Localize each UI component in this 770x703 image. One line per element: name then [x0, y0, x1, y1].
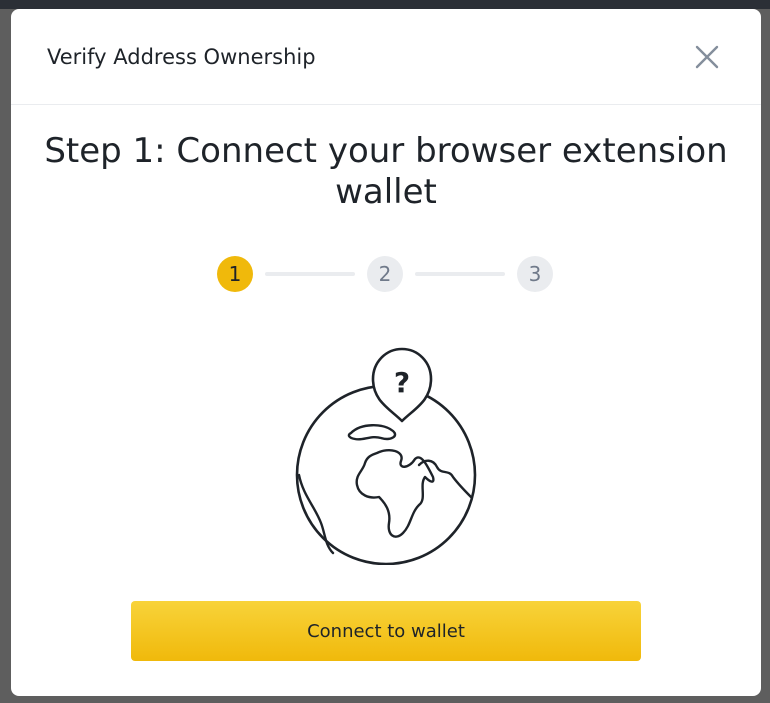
step-indicator-3: 3 [517, 256, 553, 292]
pin-question-mark: ? [394, 366, 410, 399]
modal-header: Verify Address Ownership [11, 9, 761, 105]
connect-to-wallet-button[interactable]: Connect to wallet [131, 601, 641, 661]
step-heading: Step 1: Connect your browser extension w… [11, 131, 761, 213]
close-icon[interactable] [691, 41, 723, 73]
step-indicator-1: 1 [217, 256, 253, 292]
step-indicator-2: 2 [367, 256, 403, 292]
verify-address-modal: Verify Address Ownership Step 1: Connect… [11, 9, 761, 696]
modal-title: Verify Address Ownership [47, 45, 316, 69]
close-button[interactable] [691, 41, 723, 73]
step-heading-line-1: Step 1: Connect your browser extension [44, 131, 728, 171]
app-top-bar [0, 0, 770, 9]
step-connector-1 [265, 272, 355, 276]
globe-illustration: ? [295, 347, 477, 566]
globe-question-pin-icon: ? [281, 335, 491, 566]
progress-stepper: 1 2 3 [217, 256, 555, 292]
step-heading-line-2: wallet [335, 172, 437, 212]
step-connector-2 [415, 272, 505, 276]
